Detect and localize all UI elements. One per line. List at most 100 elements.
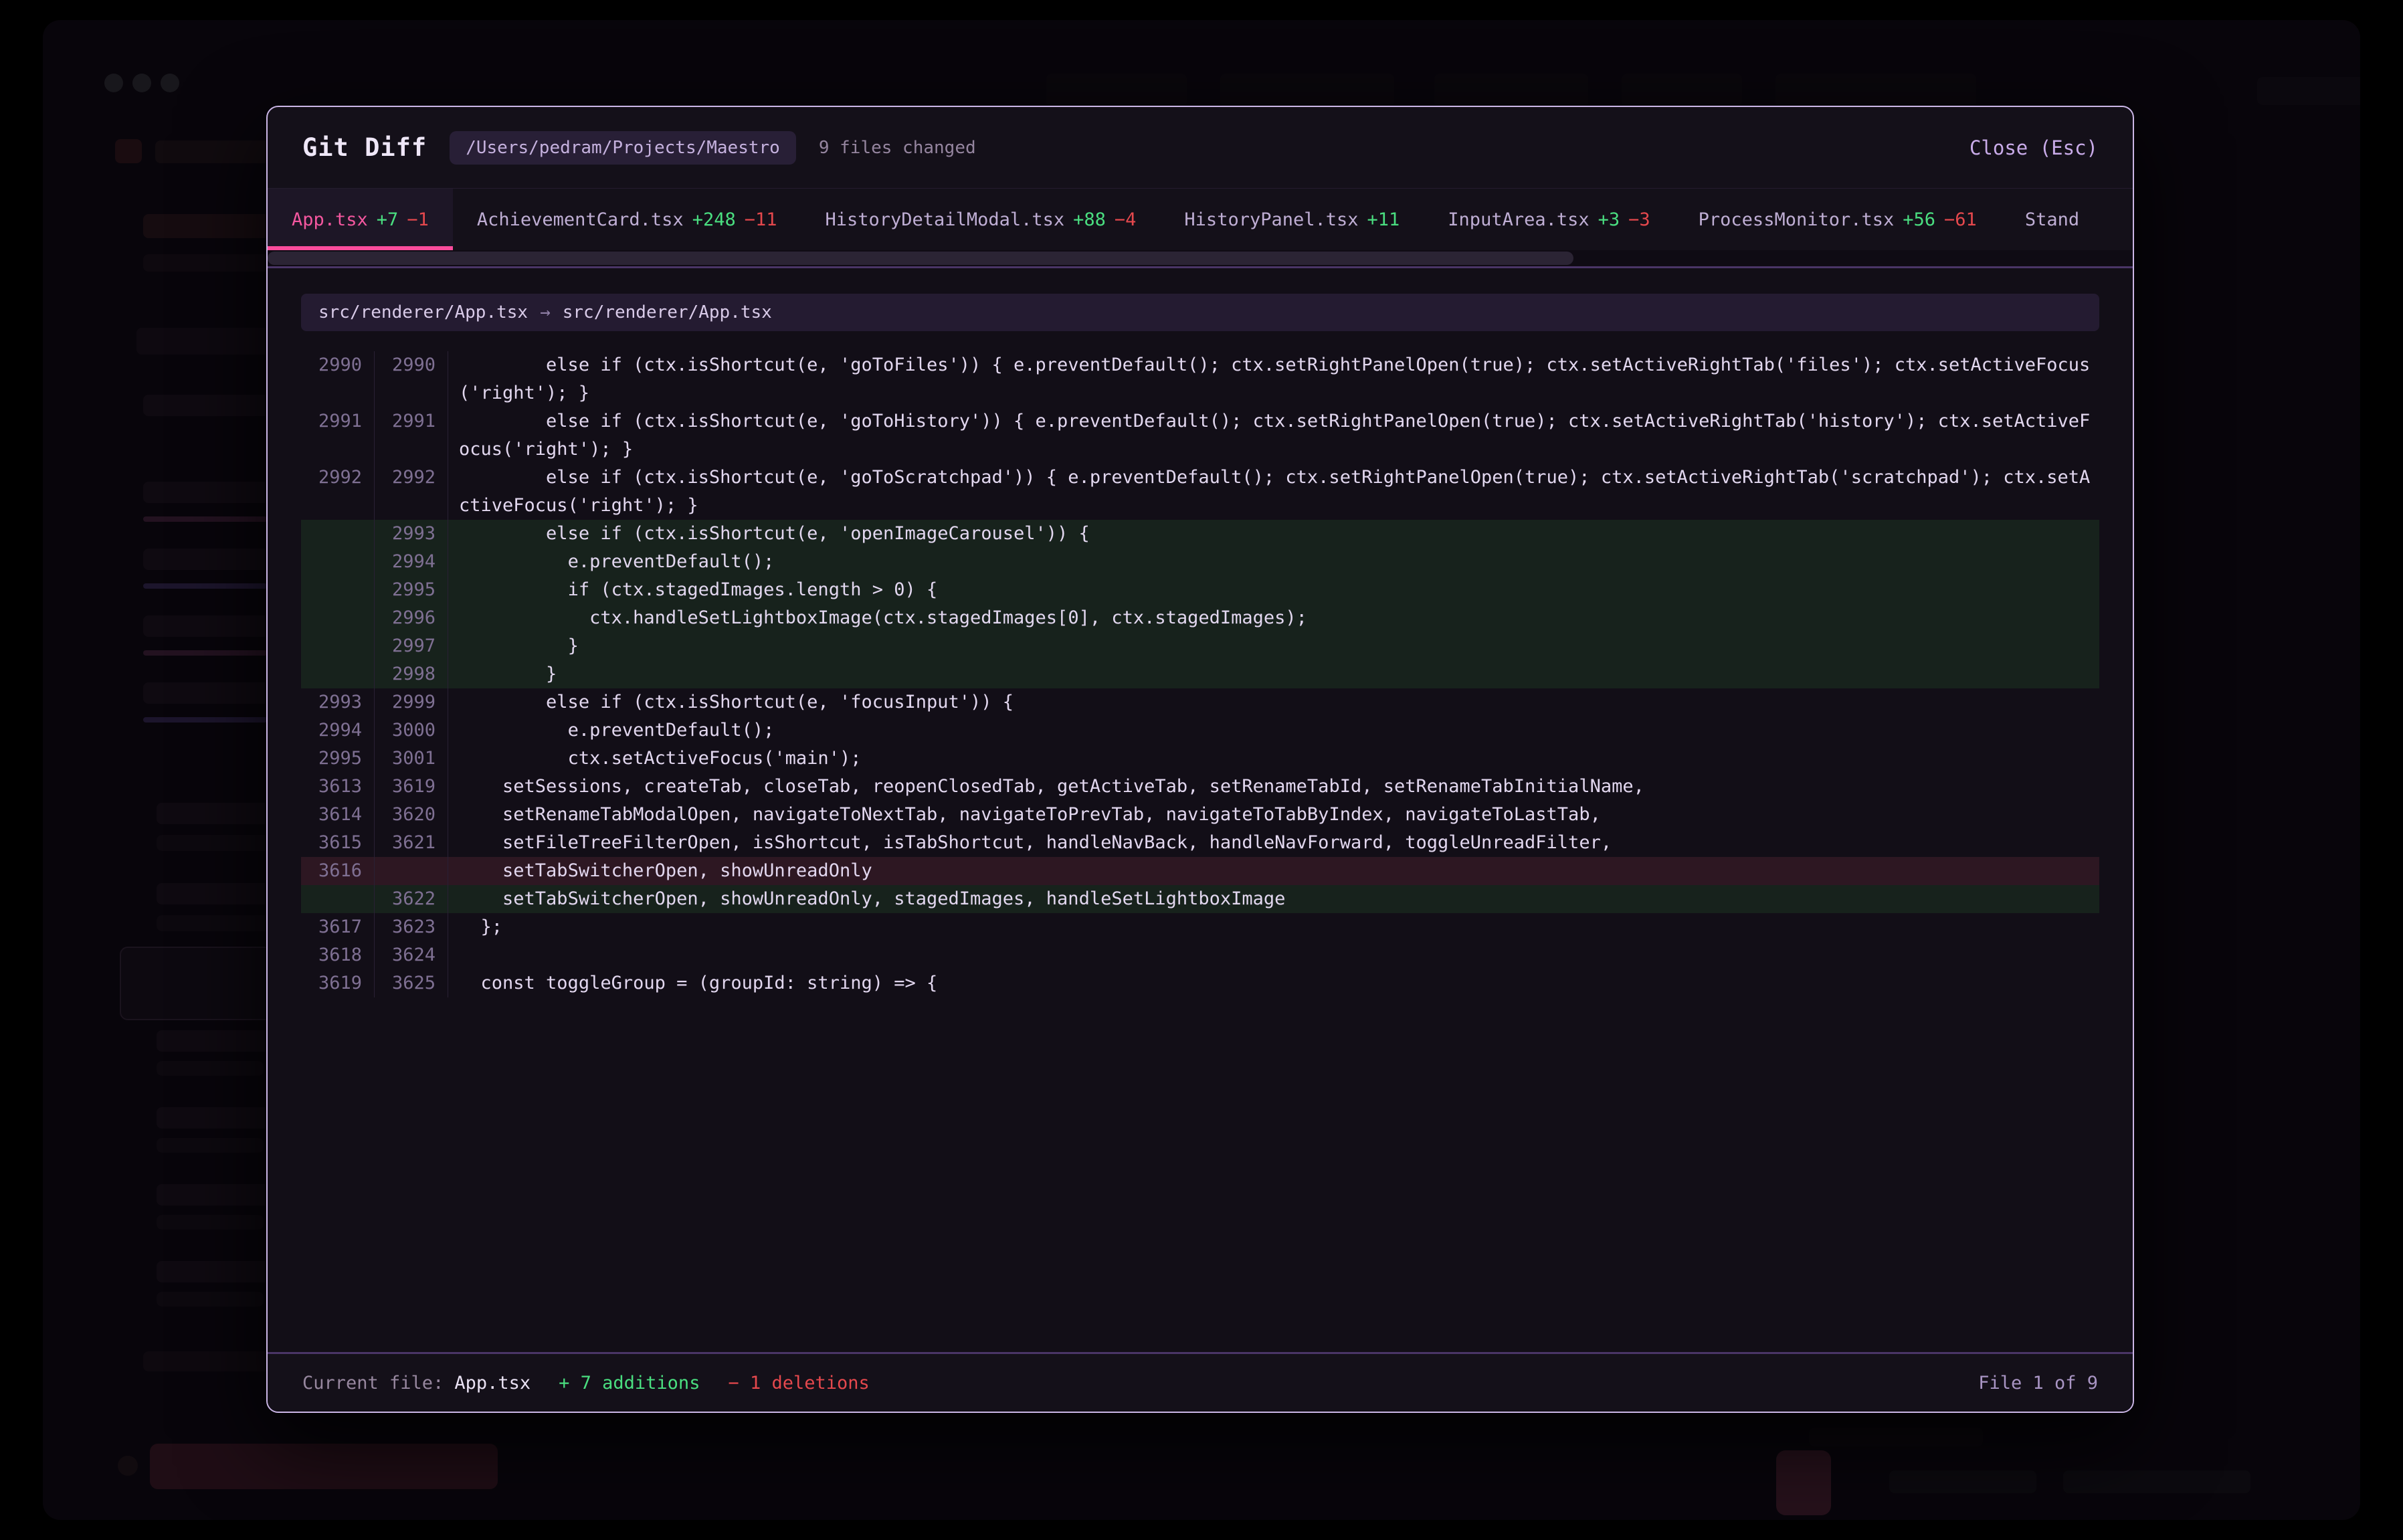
- file-tab-name: AchievementCard.tsx: [477, 209, 684, 230]
- code-text: }: [448, 632, 2099, 660]
- diff-row: 2993 else if (ctx.isShortcut(e, 'openIma…: [301, 520, 2099, 548]
- diff-row: 3617 3623 };: [301, 913, 2099, 941]
- new-line-number: 3623: [375, 913, 448, 941]
- current-file-name: App.tsx: [454, 1373, 531, 1393]
- file-tab-additions: +11: [1367, 209, 1400, 230]
- file-tab-additions: +3: [1598, 209, 1620, 230]
- new-line-number: 2993: [375, 520, 448, 548]
- diff-row: 2994 3000 e.preventDefault();: [301, 716, 2099, 745]
- file-tab-deletions: −4: [1115, 209, 1137, 230]
- file-tab-deletions: −11: [745, 209, 777, 230]
- new-line-number: 3619: [375, 773, 448, 801]
- old-line-number: 3614: [301, 801, 375, 829]
- new-line-number: 2992: [375, 464, 448, 520]
- new-line-number: 2995: [375, 576, 448, 604]
- file-tab-name: InputArea.tsx: [1448, 209, 1589, 230]
- diff-row: 2996 ctx.handleSetLightboxImage(ctx.stag…: [301, 604, 2099, 632]
- old-line-number: 3613: [301, 773, 375, 801]
- code-text: e.preventDefault();: [448, 548, 2099, 576]
- file-tab[interactable]: Stand: [2001, 189, 2103, 250]
- diff-row: 2997 }: [301, 632, 2099, 660]
- new-line-number: [375, 857, 448, 885]
- new-line-number: 2999: [375, 688, 448, 716]
- file-tab[interactable]: InputArea.tsx +3 −3: [1424, 189, 1674, 250]
- tabs-scrollbar-track[interactable]: [268, 250, 2133, 266]
- current-file-label: Current file:: [302, 1373, 444, 1393]
- new-line-number: 3001: [375, 745, 448, 773]
- modal-header: Git Diff /Users/pedram/Projects/Maestro …: [268, 107, 2133, 189]
- old-line-number: 2992: [301, 464, 375, 520]
- code-text: const toggleGroup = (groupId: string) =>…: [448, 969, 2099, 997]
- code-text: setSessions, createTab, closeTab, reopen…: [448, 773, 2099, 801]
- code-text: e.preventDefault();: [448, 716, 2099, 745]
- code-text: else if (ctx.isShortcut(e, 'openImageCar…: [448, 520, 2099, 548]
- file-tab-name: App.tsx: [292, 209, 368, 230]
- old-line-number: 3618: [301, 941, 375, 969]
- new-line-number: 2991: [375, 407, 448, 464]
- new-line-number: 3625: [375, 969, 448, 997]
- new-line-number: 2996: [375, 604, 448, 632]
- code-text: setRenameTabModalOpen, navigateToNextTab…: [448, 801, 2099, 829]
- diff-row: 3615 3621 setFileTreeFilterOpen, isShort…: [301, 829, 2099, 857]
- diff-row: 2995 3001 ctx.setActiveFocus('main');: [301, 745, 2099, 773]
- file-tab[interactable]: AchievementCard.tsx +248 −11: [453, 189, 801, 250]
- old-line-number: [301, 548, 375, 576]
- file-position-indicator: File 1 of 9: [1978, 1373, 2098, 1393]
- file-tab-deletions: −1: [407, 209, 429, 230]
- new-line-number: 3622: [375, 885, 448, 913]
- file-path-from: src/renderer/App.tsx: [318, 302, 528, 322]
- new-line-number: 2994: [375, 548, 448, 576]
- code-text: }: [448, 660, 2099, 688]
- new-line-number: 2998: [375, 660, 448, 688]
- code-text: ctx.setActiveFocus('main');: [448, 745, 2099, 773]
- file-tab-deletions: −61: [1944, 209, 1977, 230]
- file-tab[interactable]: HistoryPanel.tsx +11: [1160, 189, 1424, 250]
- diff-row: 2994 e.preventDefault();: [301, 548, 2099, 576]
- old-line-number: 2991: [301, 407, 375, 464]
- code-text: setTabSwitcherOpen, showUnreadOnly: [448, 857, 2099, 885]
- tabs-scrollbar-thumb[interactable]: [268, 252, 1573, 265]
- diff-row: 2992 2992 else if (ctx.isShortcut(e, 'go…: [301, 464, 2099, 520]
- code-text: };: [448, 913, 2099, 941]
- new-line-number: 2990: [375, 351, 448, 407]
- file-tab-additions: +56: [1903, 209, 1935, 230]
- new-line-number: 2997: [375, 632, 448, 660]
- code-text: else if (ctx.isShortcut(e, 'goToHistory'…: [448, 407, 2099, 464]
- diff-row: 3618 3624: [301, 941, 2099, 969]
- file-tab[interactable]: App.tsx +7 −1: [268, 189, 453, 250]
- old-line-number: 3616: [301, 857, 375, 885]
- file-tab-additions: +88: [1073, 209, 1106, 230]
- diff-content: src/renderer/App.tsx → src/renderer/App.…: [268, 268, 2133, 1352]
- file-tab[interactable]: ProcessMonitor.tsx +56 −61: [1674, 189, 2001, 250]
- arrow-icon: →: [540, 302, 551, 322]
- old-line-number: [301, 885, 375, 913]
- diff-row: 3619 3625 const toggleGroup = (groupId: …: [301, 969, 2099, 997]
- code-text: else if (ctx.isShortcut(e, 'focusInput')…: [448, 688, 2099, 716]
- code-text: else if (ctx.isShortcut(e, 'goToScratchp…: [448, 464, 2099, 520]
- old-line-number: 3617: [301, 913, 375, 941]
- git-diff-modal: Git Diff /Users/pedram/Projects/Maestro …: [266, 106, 2134, 1413]
- file-tab-deletions: −3: [1628, 209, 1650, 230]
- file-tab-name: ProcessMonitor.tsx: [1699, 209, 1895, 230]
- diff-row: 3613 3619 setSessions, createTab, closeT…: [301, 773, 2099, 801]
- old-line-number: [301, 632, 375, 660]
- old-line-number: [301, 576, 375, 604]
- file-tab-name: HistoryPanel.tsx: [1184, 209, 1358, 230]
- deletions-count: − 1 deletions: [728, 1373, 869, 1393]
- code-text: setFileTreeFilterOpen, isShortcut, isTab…: [448, 829, 2099, 857]
- modal-footer: Current file: App.tsx + 7 additions − 1 …: [268, 1352, 2133, 1412]
- files-changed-count: 9 files changed: [819, 138, 976, 158]
- file-tab-name: Stand: [2025, 209, 2079, 230]
- code-text: setTabSwitcherOpen, showUnreadOnly, stag…: [448, 885, 2099, 913]
- old-line-number: 2994: [301, 716, 375, 745]
- code-text: [448, 941, 2099, 969]
- diff-row: 3616 setTabSwitcherOpen, showUnreadOnly: [301, 857, 2099, 885]
- diff-row: 2995 if (ctx.stagedImages.length > 0) {: [301, 576, 2099, 604]
- diff-row: 3622 setTabSwitcherOpen, showUnreadOnly,…: [301, 885, 2099, 913]
- file-tab[interactable]: HistoryDetailModal.tsx +88 −4: [801, 189, 1161, 250]
- old-line-number: 3615: [301, 829, 375, 857]
- old-line-number: 2990: [301, 351, 375, 407]
- close-button[interactable]: Close (Esc): [1969, 136, 2098, 159]
- new-line-number: 3620: [375, 801, 448, 829]
- file-tab-additions: +7: [377, 209, 399, 230]
